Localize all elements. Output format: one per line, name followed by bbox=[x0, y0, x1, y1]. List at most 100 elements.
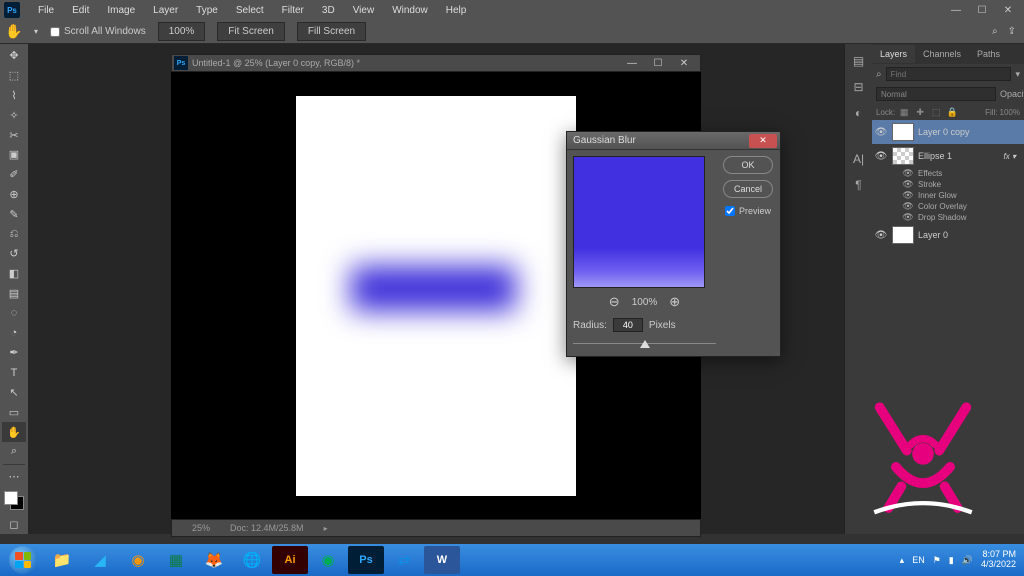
history-brush-tool[interactable]: ↺ bbox=[2, 244, 26, 264]
status-doc-size[interactable]: Doc: 12.4M/25.8M bbox=[230, 523, 304, 533]
gradient-tool[interactable]: ▤ bbox=[2, 284, 26, 304]
lock-position-icon[interactable]: ✚ bbox=[913, 106, 927, 118]
everything-icon[interactable]: ◉ bbox=[120, 546, 156, 574]
cancel-button[interactable]: Cancel bbox=[723, 180, 773, 198]
layer-row[interactable]: 👁 Ellipse 1 fx ▾ bbox=[872, 144, 1024, 168]
zoom-out-icon[interactable]: ⊖ bbox=[609, 294, 620, 310]
properties-panel-icon[interactable]: ⊟ bbox=[850, 78, 868, 96]
fx-item[interactable]: 👁Stroke bbox=[872, 179, 1024, 190]
marquee-tool[interactable]: ⬚ bbox=[2, 66, 26, 86]
visibility-toggle[interactable]: 👁 bbox=[874, 230, 888, 241]
window-maximize[interactable]: ☐ bbox=[970, 3, 994, 17]
visibility-toggle[interactable]: 👁 bbox=[874, 127, 888, 138]
layer-name[interactable]: Layer 0 bbox=[918, 230, 948, 240]
radius-slider[interactable] bbox=[573, 338, 716, 350]
doc-minimize[interactable]: — bbox=[620, 56, 644, 70]
photoshop-taskbar-icon[interactable]: Ps bbox=[348, 546, 384, 574]
dialog-title-bar[interactable]: Gaussian Blur ✕ bbox=[567, 132, 780, 150]
tab-paths[interactable]: Paths bbox=[969, 45, 1008, 63]
slider-thumb-icon[interactable] bbox=[640, 340, 650, 348]
tray-network-icon[interactable]: ▮ bbox=[949, 555, 954, 566]
clone-stamp-tool[interactable]: ⎌ bbox=[2, 224, 26, 244]
layer-row[interactable]: 👁 Layer 0 bbox=[872, 223, 1024, 247]
move-tool[interactable]: ✥ bbox=[2, 46, 26, 66]
file-explorer-icon[interactable]: 📁 bbox=[44, 546, 80, 574]
fx-badge[interactable]: fx ▾ bbox=[1004, 152, 1016, 161]
gaussian-blur-dialog[interactable]: Gaussian Blur ✕ ⊖ 100% ⊕ Radius: Pixels … bbox=[566, 131, 781, 357]
tray-chevron-icon[interactable]: ▴ bbox=[900, 555, 905, 566]
menu-filter[interactable]: Filter bbox=[274, 3, 312, 18]
canvas[interactable] bbox=[296, 96, 576, 496]
tab-layers[interactable]: Layers bbox=[872, 45, 915, 63]
foreground-swatch[interactable] bbox=[4, 491, 18, 505]
menu-view[interactable]: View bbox=[345, 3, 383, 18]
lock-all-icon[interactable]: 🔒 bbox=[945, 106, 959, 118]
teamviewer-icon[interactable]: ⇄ bbox=[386, 546, 422, 574]
layer-thumbnail[interactable] bbox=[892, 123, 914, 141]
tool-preset-caret[interactable]: ▾ bbox=[34, 27, 38, 36]
excel-icon[interactable]: ▦ bbox=[158, 546, 194, 574]
coreldraw-icon[interactable]: ◉ bbox=[310, 546, 346, 574]
word-icon[interactable]: W bbox=[424, 546, 460, 574]
fill-value[interactable]: 100% bbox=[1000, 108, 1020, 117]
type-tool[interactable]: T bbox=[2, 363, 26, 383]
eyedropper-tool[interactable]: ✐ bbox=[2, 165, 26, 185]
filter-preview[interactable] bbox=[573, 156, 705, 288]
zoom-in-icon[interactable]: ⊕ bbox=[669, 294, 680, 310]
window-close[interactable]: ✕ bbox=[996, 3, 1020, 17]
zoom-level-field[interactable]: 100% bbox=[158, 22, 206, 41]
quick-mask-toggle[interactable]: ◻ bbox=[2, 514, 26, 534]
window-minimize[interactable]: — bbox=[944, 3, 968, 17]
tray-flag-icon[interactable]: ⚑ bbox=[933, 555, 941, 566]
layer-row[interactable]: 👁 Layer 0 copy bbox=[872, 120, 1024, 144]
ok-button[interactable]: OK bbox=[723, 156, 773, 174]
lock-artboard-icon[interactable]: ⬚ bbox=[929, 106, 943, 118]
menu-window[interactable]: Window bbox=[384, 3, 436, 18]
filter-type-icon[interactable]: ▾ bbox=[1015, 69, 1020, 80]
search-icon[interactable]: ⌕ bbox=[992, 26, 998, 37]
edit-toolbar[interactable]: ⋯ bbox=[2, 467, 26, 487]
status-caret[interactable]: ▸ bbox=[324, 524, 328, 533]
menu-image[interactable]: Image bbox=[99, 3, 143, 18]
character-panel-icon[interactable]: A| bbox=[850, 150, 868, 168]
fit-screen-button[interactable]: Fit Screen bbox=[217, 22, 285, 41]
visibility-toggle[interactable]: 👁 bbox=[874, 151, 888, 162]
tab-channels[interactable]: Channels bbox=[915, 45, 969, 63]
blend-mode-select[interactable] bbox=[876, 87, 996, 101]
shape-tool[interactable]: ▭ bbox=[2, 402, 26, 422]
menu-type[interactable]: Type bbox=[188, 3, 226, 18]
frame-tool[interactable]: ▣ bbox=[2, 145, 26, 165]
tray-volume-icon[interactable]: 🔊 bbox=[962, 555, 973, 566]
telegram-icon[interactable]: ◢ bbox=[82, 546, 118, 574]
path-select-tool[interactable]: ↖ bbox=[2, 383, 26, 403]
fill-screen-button[interactable]: Fill Screen bbox=[297, 22, 366, 41]
language-indicator[interactable]: EN bbox=[912, 555, 925, 565]
layer-thumbnail[interactable] bbox=[892, 226, 914, 244]
healing-brush-tool[interactable]: ⊕ bbox=[2, 185, 26, 205]
paragraph-panel-icon[interactable]: ¶ bbox=[850, 176, 868, 194]
menu-layer[interactable]: Layer bbox=[145, 3, 186, 18]
status-zoom[interactable]: 25% bbox=[192, 523, 210, 533]
firefox-icon[interactable]: 🦊 bbox=[196, 546, 232, 574]
doc-close[interactable]: ✕ bbox=[672, 56, 696, 70]
preview-checkbox[interactable]: Preview bbox=[725, 206, 771, 216]
magic-wand-tool[interactable]: ✧ bbox=[2, 105, 26, 125]
chrome-icon[interactable]: 🌐 bbox=[234, 546, 270, 574]
menu-3d[interactable]: 3D bbox=[314, 3, 343, 18]
clock[interactable]: 8:07 PM4/3/2022 bbox=[981, 550, 1016, 570]
hand-tool[interactable]: ✋ bbox=[2, 422, 26, 442]
lasso-tool[interactable]: ⌇ bbox=[2, 86, 26, 106]
scroll-all-windows-checkbox[interactable]: Scroll All Windows bbox=[50, 26, 146, 37]
menu-select[interactable]: Select bbox=[228, 3, 272, 18]
layer-name[interactable]: Layer 0 copy bbox=[918, 127, 970, 137]
layer-thumbnail[interactable] bbox=[892, 147, 914, 165]
layer-name[interactable]: Ellipse 1 bbox=[918, 151, 952, 161]
fx-header[interactable]: 👁Effects bbox=[872, 168, 1024, 179]
share-icon[interactable]: ⇪ bbox=[1008, 26, 1016, 37]
illustrator-icon[interactable]: Ai bbox=[272, 546, 308, 574]
blur-tool[interactable]: ◌ bbox=[2, 303, 26, 323]
history-panel-icon[interactable]: ▤ bbox=[850, 52, 868, 70]
dodge-tool[interactable]: ◔ bbox=[2, 323, 26, 343]
menu-edit[interactable]: Edit bbox=[64, 3, 97, 18]
dialog-close-button[interactable]: ✕ bbox=[749, 134, 777, 148]
